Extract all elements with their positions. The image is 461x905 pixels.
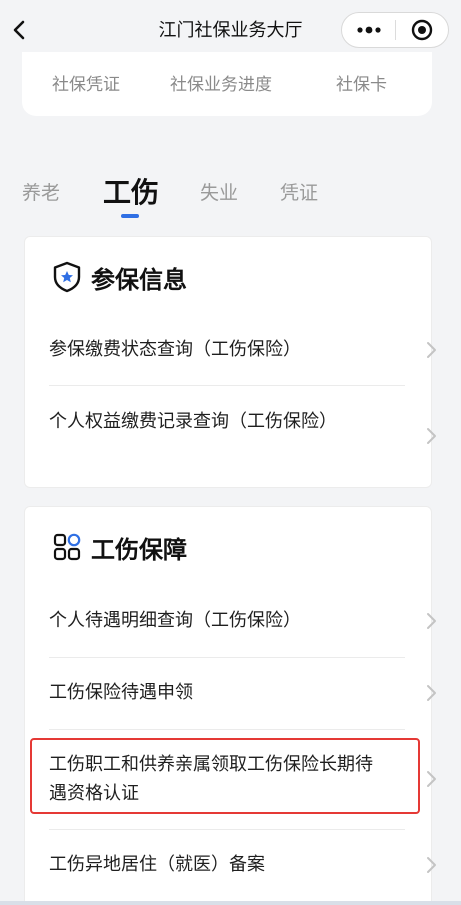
navigation-bar: 江门社保业务大厅 — [0, 0, 461, 60]
chevron-right-icon — [427, 685, 436, 701]
work-injury-benefits-card: 工伤保障 个人待遇明细查询（工伤保险） 工伤保险待遇申领 工伤职工和供养亲属领取… — [24, 506, 436, 905]
list-item[interactable]: 工伤异地居住（就医）备案 — [49, 850, 436, 880]
section-title: 工伤保障 — [91, 535, 187, 564]
divider — [49, 729, 405, 730]
category-tabs: 养老 工伤 失业 凭证 — [0, 168, 461, 224]
list-item-label: 工伤保险待遇申领 — [49, 682, 193, 703]
insurance-info-card: 参保信息 参保缴费状态查询（工伤保险） 个人权益缴费记录查询（工伤保险） — [24, 236, 436, 488]
quick-link-certificate[interactable]: 社保凭证 — [52, 70, 120, 95]
divider — [49, 657, 405, 658]
quick-link-card[interactable]: 社保卡 — [336, 70, 387, 95]
active-tab-indicator — [121, 214, 139, 218]
highlight-box — [30, 738, 420, 814]
list-item-label: 参保缴费状态查询（工伤保险） — [49, 339, 301, 360]
target-close-icon — [411, 19, 433, 41]
section-title: 参保信息 — [91, 265, 187, 294]
chevron-right-icon — [427, 771, 436, 787]
tab-certificate[interactable]: 凭证 — [280, 178, 318, 205]
tab-pension[interactable]: 养老 — [22, 178, 60, 205]
section-header: 工伤保障 — [51, 531, 187, 564]
miniprogram-capsule — [341, 12, 449, 48]
chevron-right-icon — [427, 342, 436, 358]
more-button[interactable] — [342, 13, 395, 47]
list-item[interactable]: 参保缴费状态查询（工伤保险） — [49, 335, 436, 365]
chevron-right-icon — [427, 613, 436, 629]
chevron-right-icon — [427, 857, 436, 873]
divider — [49, 829, 405, 830]
list-item-label: 工伤异地居住（就医）备案 — [49, 854, 265, 875]
more-dots-icon — [356, 26, 381, 34]
list-item-label: 个人权益缴费记录查询（工伤保险） — [49, 411, 337, 432]
list-item[interactable]: 个人待遇明细查询（工伤保险） — [49, 606, 436, 636]
section-header: 参保信息 — [51, 261, 187, 294]
tab-work-injury[interactable]: 工伤 — [103, 171, 159, 211]
chevron-right-icon — [427, 428, 436, 444]
close-miniprogram-button[interactable] — [396, 13, 448, 47]
divider — [49, 385, 405, 386]
grid-apps-icon — [51, 531, 83, 563]
list-item[interactable]: 工伤保险待遇申领 — [49, 678, 436, 708]
shield-star-icon — [51, 261, 83, 293]
list-item[interactable]: 个人权益缴费记录查询（工伤保险） — [49, 407, 436, 465]
quick-link-progress[interactable]: 社保业务进度 — [170, 70, 272, 95]
bottom-edge — [0, 901, 461, 905]
quick-links-card: 社保凭证 社保业务进度 社保卡 — [22, 52, 432, 116]
list-item-label: 个人待遇明细查询（工伤保险） — [49, 610, 301, 631]
tab-unemployment[interactable]: 失业 — [200, 178, 238, 205]
